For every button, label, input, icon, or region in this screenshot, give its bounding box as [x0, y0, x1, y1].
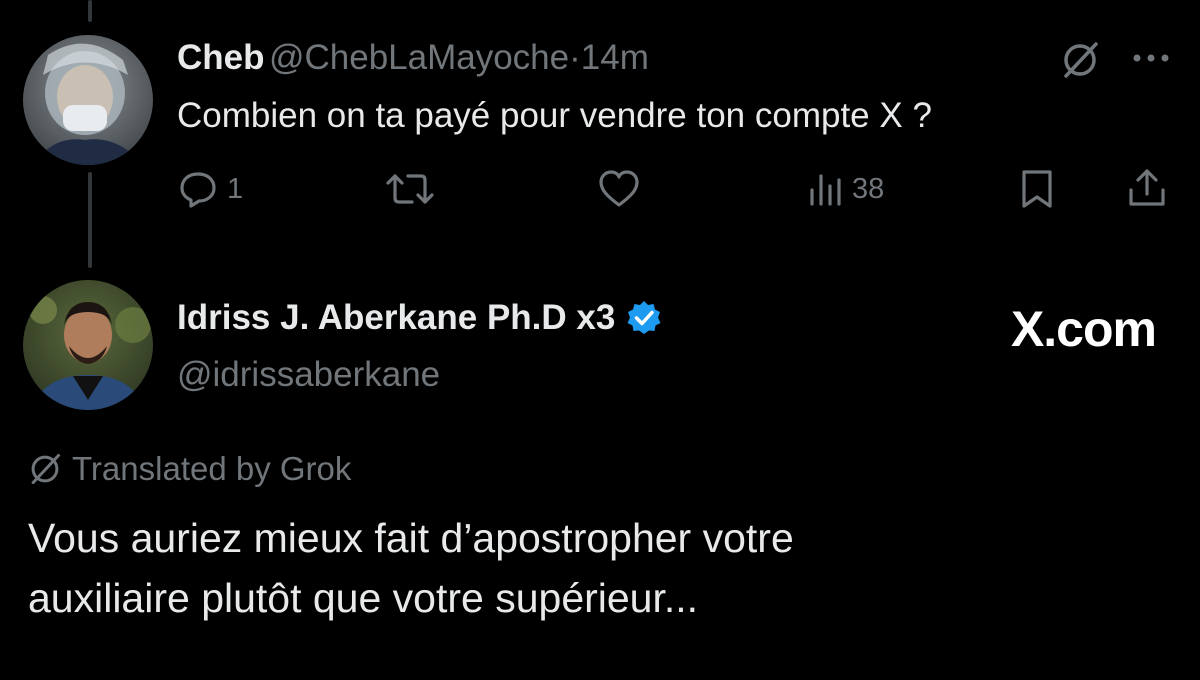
- views-icon: [808, 168, 842, 210]
- author-name[interactable]: Idriss J. Aberkane Ph.D x3: [177, 298, 615, 338]
- reply-icon: [177, 168, 219, 210]
- bookmark-icon[interactable]: [1018, 168, 1056, 210]
- separator: ·: [569, 38, 581, 77]
- views-button[interactable]: 38: [808, 168, 884, 210]
- tweet2-text: Vous auriez mieux fait d’apostropher vot…: [28, 508, 1168, 628]
- xcom-watermark: X.com: [1010, 301, 1157, 357]
- author-handle[interactable]: @idrissaberkane: [177, 355, 440, 395]
- verified-badge-icon: [625, 299, 663, 337]
- views-count: 38: [852, 172, 885, 205]
- translated-label[interactable]: Translated by Grok: [28, 450, 351, 488]
- more-icon[interactable]: [1131, 52, 1171, 64]
- like-icon: [597, 168, 641, 210]
- tweet1-text: Combien on ta payé pour vendre ton compt…: [177, 96, 932, 135]
- thread-line-connector: [88, 172, 92, 268]
- author-handle[interactable]: @ChebLaMayoche: [269, 38, 569, 77]
- retweet-button[interactable]: [385, 168, 435, 218]
- thread-view: Cheb @ChebLaMayoche·14m Combien on ta pa…: [0, 0, 1200, 680]
- tweet2-text-line-1: Vous auriez mieux fait d’apostropher vot…: [28, 515, 794, 561]
- tweet2-text-line-2: auxiliaire plutôt que votre supérieur...: [28, 575, 699, 621]
- grok-icon[interactable]: [1060, 40, 1100, 80]
- avatar-cheb[interactable]: [23, 35, 153, 165]
- reply-count: 1: [227, 172, 244, 205]
- grok-icon: [28, 452, 62, 486]
- thread-line-top: [88, 0, 92, 22]
- retweet-icon: [385, 168, 435, 210]
- tweet1-header: Cheb @ChebLaMayoche·14m: [177, 38, 649, 78]
- timestamp[interactable]: 14m: [581, 38, 649, 77]
- avatar-idriss[interactable]: [23, 280, 153, 410]
- share-icon[interactable]: [1126, 166, 1168, 210]
- like-button[interactable]: [597, 168, 641, 218]
- tweet2-name-row: Idriss J. Aberkane Ph.D x3: [177, 298, 663, 338]
- author-name[interactable]: Cheb: [177, 38, 265, 77]
- reply-button[interactable]: 1: [177, 168, 243, 210]
- translated-text: Translated by Grok: [72, 450, 352, 487]
